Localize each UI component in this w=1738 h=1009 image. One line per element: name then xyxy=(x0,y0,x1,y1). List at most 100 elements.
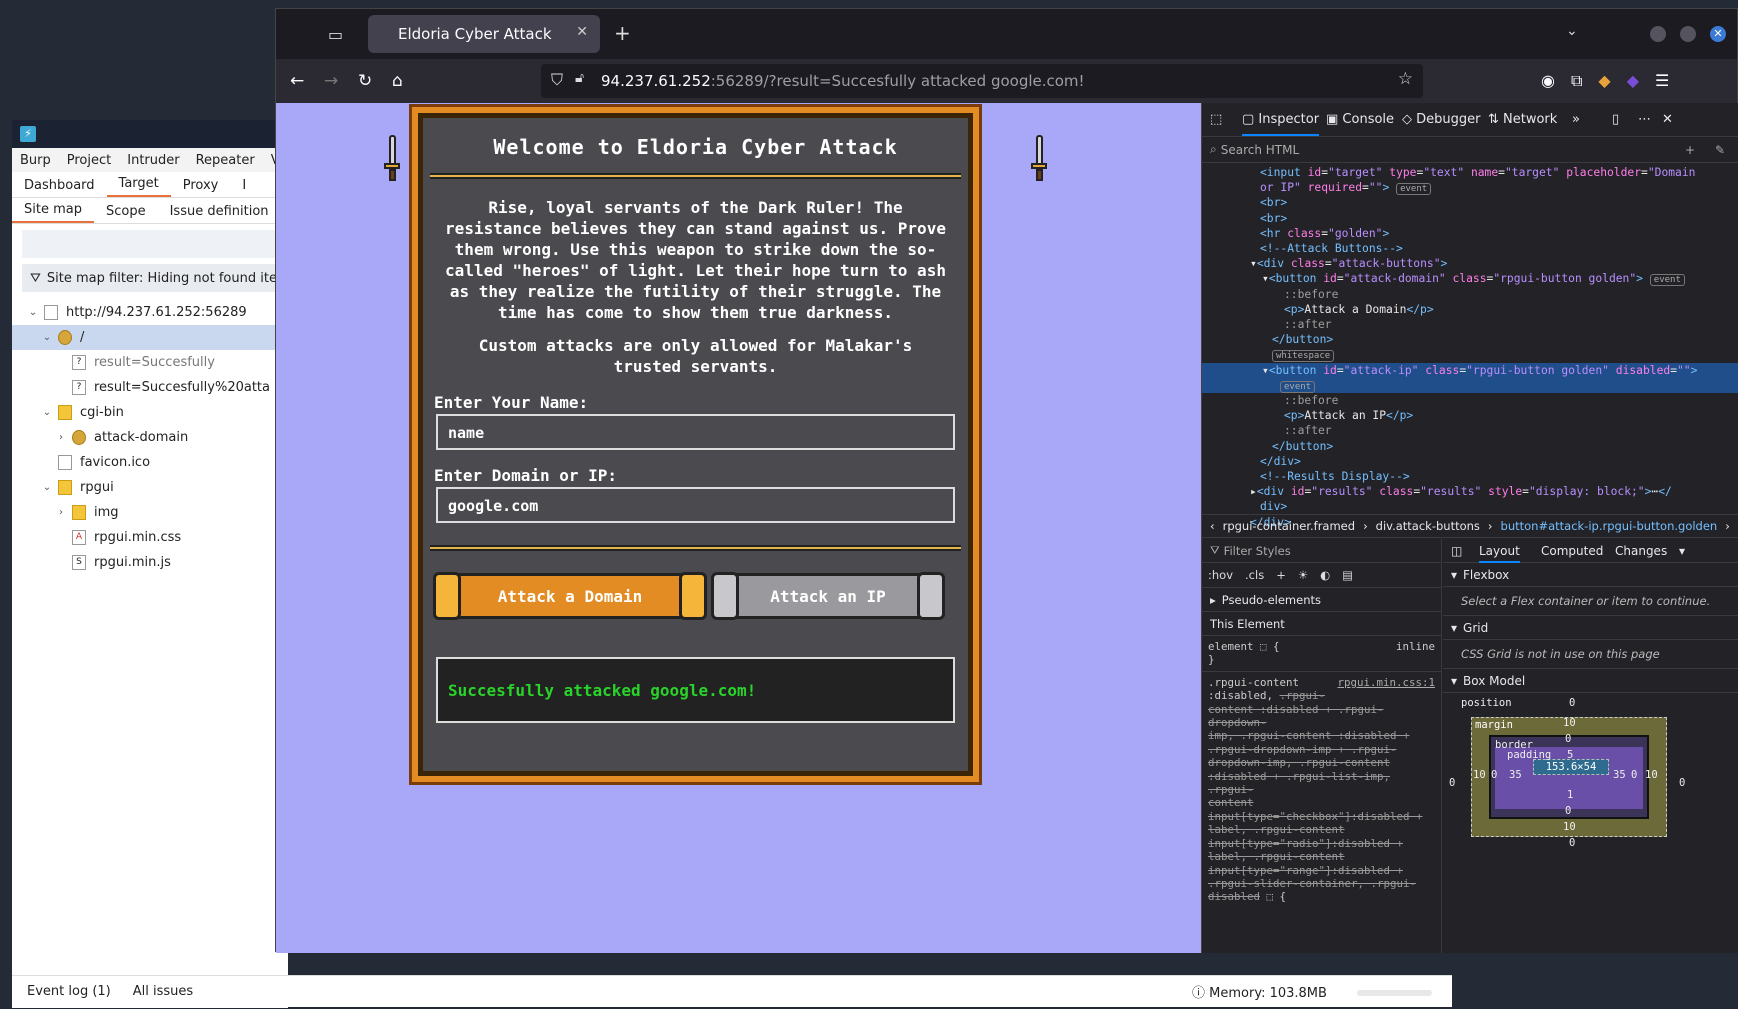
toolbar-icons: ◉ ⧉ ◆ ◆ ☰ xyxy=(1541,71,1669,91)
back-icon[interactable]: ← xyxy=(290,71,304,91)
rule-source-link[interactable]: rpgui.min.css:1 xyxy=(1337,676,1435,689)
tree-item-root[interactable]: ⌄ / xyxy=(12,325,288,350)
name-input[interactable]: name xyxy=(436,414,955,450)
chevron-down-icon[interactable]: ⌄ xyxy=(40,332,54,343)
site-map-tree: ⌄ http://94.237.61.252:56289 ⌄ / ? resul… xyxy=(12,300,288,575)
tab-more[interactable]: I xyxy=(230,174,258,197)
burp-extension-icon[interactable]: ◆ xyxy=(1598,71,1610,91)
bm-margin-left: 10 xyxy=(1473,769,1486,781)
menu-icon[interactable]: ☰ xyxy=(1655,71,1669,91)
tree-item-result-2[interactable]: ? result=Succesfully%20atta xyxy=(12,375,288,400)
breadcrumb-item[interactable]: rpgui-container.framed xyxy=(1223,519,1355,533)
dark-mode-icon[interactable]: ◐ xyxy=(1320,568,1330,582)
menu-repeater[interactable]: Repeater xyxy=(188,153,263,168)
tab-console[interactable]: ▣ Console xyxy=(1326,112,1394,127)
chevron-down-icon[interactable]: ▾ xyxy=(1679,544,1685,558)
tree-item-rpgui[interactable]: ⌄ rpgui xyxy=(12,475,288,500)
breadcrumb-item[interactable]: div.attack-buttons xyxy=(1376,519,1480,533)
chevron-right-icon[interactable]: › xyxy=(54,507,68,518)
element-picker-icon[interactable]: ⬚ xyxy=(1210,112,1222,127)
url-bar[interactable]: ⛉ 🔓︎ 94.237.61.252:56289/?result=Succesf… xyxy=(541,64,1423,98)
filter-styles-input[interactable]: ⛛ Filter Styles xyxy=(1202,539,1441,563)
site-map-filter[interactable]: ⛛ Site map filter: Hiding not found item xyxy=(22,264,278,292)
browser-tab[interactable]: Eldoria Cyber Attack ✕ xyxy=(368,15,600,53)
tree-item-cgi-bin[interactable]: ⌄ cgi-bin xyxy=(12,400,288,425)
flexbox-section[interactable]: ▾ Flexbox xyxy=(1443,563,1738,587)
more-tabs-icon[interactable]: » xyxy=(1572,112,1580,127)
options-icon[interactable]: ⋯ xyxy=(1638,112,1651,127)
chevron-down-icon[interactable]: ⌄ xyxy=(40,482,54,493)
domain-input[interactable]: google.com xyxy=(436,487,955,523)
close-window-button[interactable]: ✕ xyxy=(1710,26,1726,42)
chevron-right-icon[interactable]: › xyxy=(54,432,68,443)
tab-list-icon[interactable]: ▭ xyxy=(328,25,343,44)
eyedropper-icon[interactable]: ✎ xyxy=(1715,143,1725,157)
tree-item-favicon[interactable]: favicon.ico xyxy=(12,450,288,475)
bm-position-label: position xyxy=(1461,697,1512,709)
tab-scope[interactable]: Scope xyxy=(94,200,158,223)
light-mode-icon[interactable]: ☀ xyxy=(1298,568,1308,582)
tab-computed[interactable]: Computed xyxy=(1541,544,1603,558)
menu-burp[interactable]: Burp xyxy=(12,153,59,168)
search-html[interactable]: ⌕ Search HTML + ✎ xyxy=(1202,137,1738,163)
bm-border-top: 0 xyxy=(1565,733,1572,745)
tree-item-js[interactable]: S rpgui.min.js xyxy=(12,550,288,575)
tab-site-map[interactable]: Site map xyxy=(12,198,94,223)
devtools-toolbar: ⬚ ▢ Inspector ▣ Console ◇ Debugger ⇅ Net… xyxy=(1202,103,1738,137)
proxy-extension-icon[interactable]: ◆ xyxy=(1627,71,1639,91)
print-media-icon[interactable]: ▤ xyxy=(1342,568,1353,582)
pseudo-elements-toggle[interactable]: ▸ Pseudo-elements xyxy=(1202,587,1441,611)
reload-icon[interactable]: ↻ xyxy=(358,71,372,91)
chevron-down-icon[interactable]: ⌄ xyxy=(26,307,40,318)
add-node-icon[interactable]: + xyxy=(1685,143,1695,157)
chevron-down-icon[interactable]: ⌄ xyxy=(40,407,54,418)
burp-titlebar: ⚡ xyxy=(12,120,288,148)
tree-item-host[interactable]: ⌄ http://94.237.61.252:56289 xyxy=(12,300,288,325)
account-icon[interactable]: ◉ xyxy=(1541,71,1555,91)
tab-dashboard[interactable]: Dashboard xyxy=(12,174,107,197)
tab-layout[interactable]: Layout xyxy=(1479,544,1520,563)
cls-toggle[interactable]: .cls xyxy=(1245,568,1264,582)
close-devtools-icon[interactable]: ✕ xyxy=(1662,112,1673,127)
tree-item-attack-domain[interactable]: › attack-domain xyxy=(12,425,288,450)
close-tab-icon[interactable]: ✕ xyxy=(576,24,588,40)
menu-intruder[interactable]: Intruder xyxy=(119,153,187,168)
tab-proxy[interactable]: Proxy xyxy=(171,174,231,197)
tab-target[interactable]: Target xyxy=(106,172,171,197)
burp-logo-icon: ⚡ xyxy=(20,126,36,142)
home-icon[interactable]: ⌂ xyxy=(392,71,403,91)
bookmark-star-icon[interactable]: ☆ xyxy=(1398,69,1413,89)
tab-inspector[interactable]: ▢ Inspector xyxy=(1242,112,1320,136)
forward-icon[interactable]: → xyxy=(324,71,338,91)
event-log-link[interactable]: Event log (1) xyxy=(27,984,111,999)
bm-position-right: 0 xyxy=(1679,777,1686,789)
tree-item-result-1[interactable]: ? result=Succesfully xyxy=(12,350,288,375)
filter-icon: ⛛ xyxy=(1210,543,1220,557)
extensions-icon[interactable]: ⧉ xyxy=(1571,71,1582,91)
tree-item-img[interactable]: › img xyxy=(12,500,288,525)
add-rule-icon[interactable]: + xyxy=(1276,568,1286,582)
chevron-left-icon[interactable]: ‹ xyxy=(1210,519,1215,533)
maximize-button[interactable] xyxy=(1680,26,1696,42)
golden-divider xyxy=(430,545,961,551)
tab-issue-definitions[interactable]: Issue definition xyxy=(158,200,281,223)
sidebar-toggle-icon[interactable]: ◫ xyxy=(1451,544,1462,558)
tab-changes[interactable]: Changes xyxy=(1615,544,1667,558)
dock-icon[interactable]: ▯ xyxy=(1612,112,1619,127)
minimize-button[interactable] xyxy=(1650,26,1666,42)
hov-toggle[interactable]: :hov xyxy=(1208,568,1233,582)
grid-section[interactable]: ▾ Grid xyxy=(1443,616,1738,640)
new-tab-icon[interactable]: + xyxy=(614,21,631,45)
box-model-section[interactable]: ▾ Box Model xyxy=(1443,669,1738,693)
tab-network[interactable]: ⇅ Network xyxy=(1488,112,1557,127)
tree-item-css[interactable]: A rpgui.min.css xyxy=(12,525,288,550)
chevron-down-icon[interactable]: ⌄ xyxy=(1566,23,1578,39)
lock-icon[interactable]: 🔓︎ xyxy=(575,70,584,86)
attack-domain-button[interactable]: Attack a Domain xyxy=(433,572,707,620)
menu-project[interactable]: Project xyxy=(59,153,119,168)
attack-ip-button[interactable]: Attack an IP xyxy=(711,572,945,620)
breadcrumb-item[interactable]: button#attack-ip.rpgui-button.golden xyxy=(1501,519,1718,533)
shield-icon[interactable]: ⛉ xyxy=(551,70,563,90)
tab-debugger[interactable]: ◇ Debugger xyxy=(1402,112,1481,127)
all-issues-link[interactable]: All issues xyxy=(133,984,193,999)
